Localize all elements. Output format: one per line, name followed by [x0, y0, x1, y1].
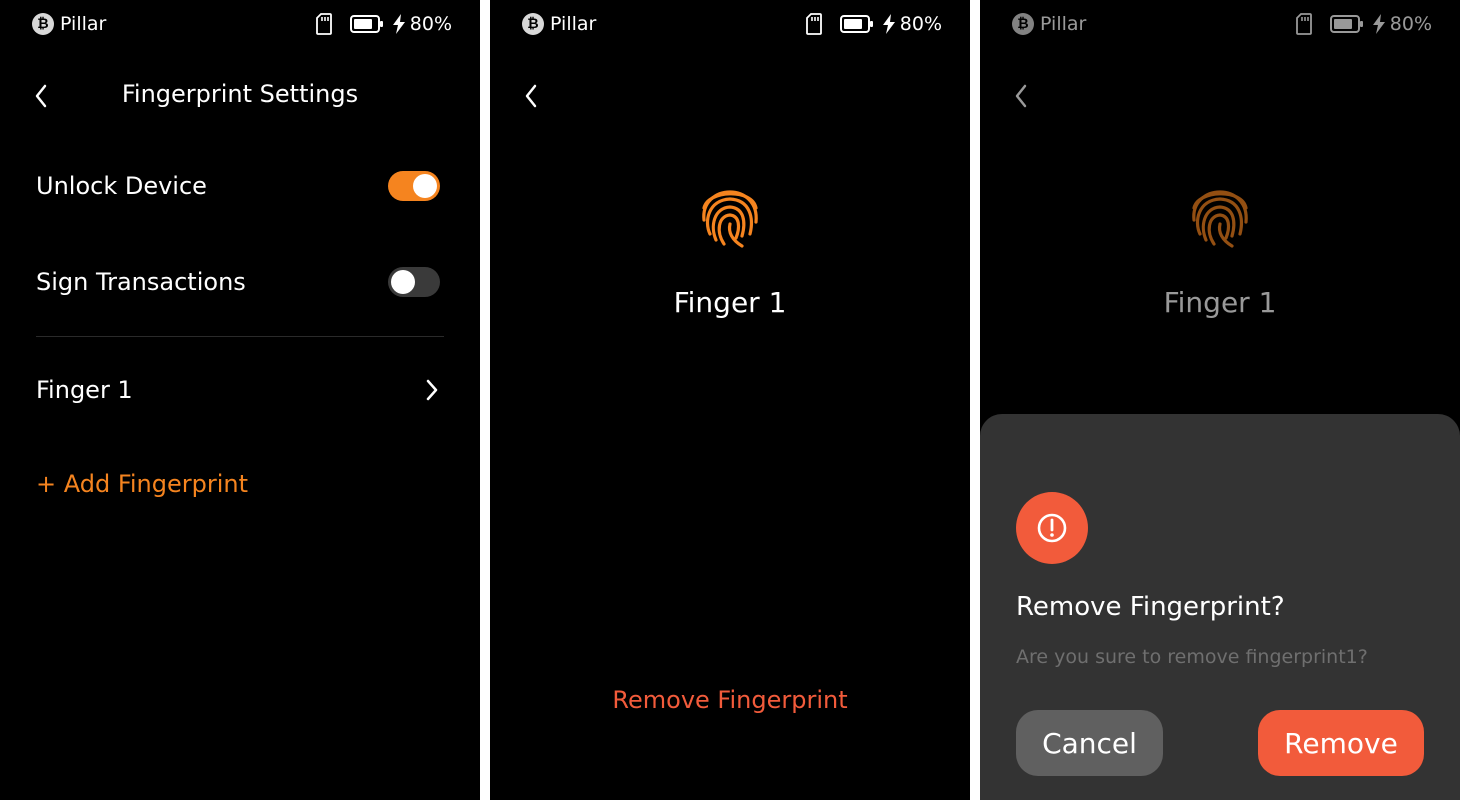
battery-percent: 80% — [899, 13, 942, 35]
cancel-button[interactable]: Cancel — [1016, 710, 1163, 776]
brand-name: Pillar — [1040, 13, 1087, 35]
fingerprint-list-item[interactable]: Finger 1 — [36, 362, 440, 418]
bitcoin-icon: ₿ — [1012, 13, 1034, 35]
divider — [36, 336, 444, 337]
remove-fingerprint-button[interactable]: Remove Fingerprint — [490, 686, 970, 714]
brand: ₿ Pillar — [1012, 13, 1086, 35]
sd-card-icon — [315, 13, 332, 35]
battery-percent: 80% — [1389, 13, 1432, 35]
charging-icon — [1372, 14, 1385, 34]
sign-transactions-label: Sign Transactions — [36, 268, 246, 296]
back-chevron-icon[interactable] — [520, 80, 542, 112]
brand: ₿ Pillar — [32, 13, 106, 35]
bitcoin-icon: ₿ — [32, 13, 54, 35]
fingerprint-label: Finger 1 — [36, 376, 133, 404]
toggle-knob — [391, 270, 415, 294]
remove-confirm-screen: ₿ Pillar 80% Finger 1 Remove Fingerprint… — [980, 0, 1460, 800]
fingerprint-detail-screen: ₿ Pillar 80% Finger 1 Remove Fingerprint — [490, 0, 970, 800]
brand: ₿ Pillar — [522, 13, 596, 35]
status-bar: ₿ Pillar 80% — [980, 0, 1460, 48]
status-bar: ₿ Pillar 80% — [490, 0, 970, 48]
exclamation-icon — [1037, 513, 1067, 543]
confirm-dialog: Remove Fingerprint? Are you sure to remo… — [980, 414, 1460, 800]
status-indicators: 80% — [315, 13, 452, 35]
fingerprint-name: Finger 1 — [1163, 286, 1277, 319]
battery-icon — [1329, 15, 1363, 33]
sign-transactions-row: Sign Transactions — [36, 254, 440, 310]
dialog-message: Are you sure to remove fingerprint1? — [1016, 646, 1368, 668]
brand-name: Pillar — [550, 13, 597, 35]
unlock-device-toggle[interactable] — [388, 171, 440, 201]
back-chevron-icon — [1015, 84, 1027, 108]
remove-button[interactable]: Remove — [1258, 710, 1424, 776]
fingerprint-settings-screen: ₿ Pillar 80% Fingerprint Settings Unlock… — [0, 0, 480, 800]
unlock-device-label: Unlock Device — [36, 172, 207, 200]
charging-icon — [392, 14, 405, 34]
battery-icon — [839, 15, 873, 33]
fingerprint-name: Finger 1 — [673, 286, 787, 319]
toggle-knob — [413, 174, 437, 198]
status-bar: ₿ Pillar 80% — [0, 0, 480, 48]
status-indicators: 80% — [805, 13, 942, 35]
page-title: Fingerprint Settings — [121, 80, 359, 108]
battery-percent: 80% — [409, 13, 452, 35]
brand-name: Pillar — [60, 13, 107, 35]
charging-icon — [882, 14, 895, 34]
unlock-device-row: Unlock Device — [36, 158, 440, 214]
fingerprint-icon — [1192, 190, 1248, 248]
battery-icon — [349, 15, 383, 33]
bitcoin-icon: ₿ — [522, 13, 544, 35]
chevron-right-icon — [426, 379, 438, 401]
dialog-title: Remove Fingerprint? — [1016, 592, 1285, 622]
fingerprint-icon — [702, 190, 758, 248]
warning-icon — [1016, 492, 1088, 564]
sign-transactions-toggle[interactable] — [388, 267, 440, 297]
sd-card-icon — [1295, 13, 1312, 35]
sd-card-icon — [805, 13, 822, 35]
status-indicators: 80% — [1295, 13, 1432, 35]
add-fingerprint-button[interactable]: + Add Fingerprint — [36, 470, 248, 498]
